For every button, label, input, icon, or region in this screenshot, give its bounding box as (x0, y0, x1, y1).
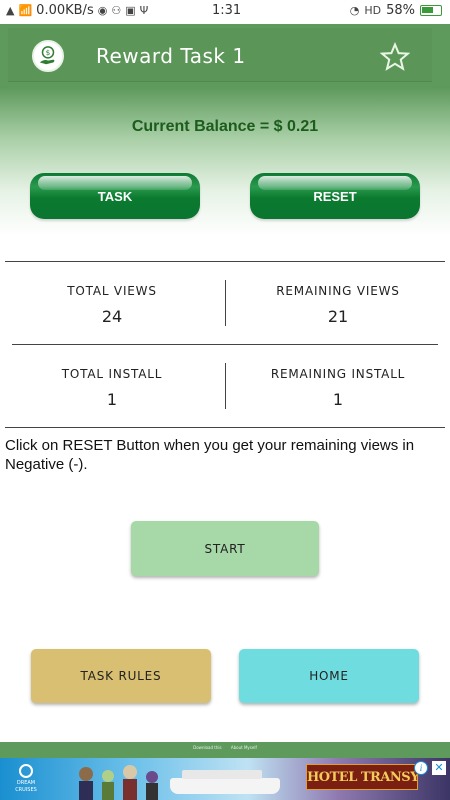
ad-close-icon[interactable]: ✕ (432, 761, 446, 775)
page-title: Reward Task 1 (96, 44, 246, 68)
usb-icon: Ψ (139, 4, 149, 17)
clock: 1:31 (212, 3, 242, 18)
ad-brand-logo: DREAM CRUISES (8, 764, 44, 794)
divider (225, 280, 226, 326)
home-button[interactable]: HOME (239, 649, 419, 703)
total-views-value: 24 (101, 307, 123, 326)
task-rules-label: TASK RULES (80, 669, 162, 683)
reset-button-label: RESET (313, 188, 357, 204)
total-install-value: 1 (106, 390, 118, 409)
current-balance: Current Balance = $ 0.21 (131, 118, 319, 135)
app-header: $ Reward Task 1 (0, 24, 450, 86)
ad-banner[interactable]: DREAM CRUISES HOTEL TRANSYLVANIA i ✕ (0, 758, 450, 800)
remaining-install-label: REMAINING INSTALL (270, 367, 406, 381)
ad-movie-title: HOTEL TRANSYLVANIA (306, 764, 418, 790)
task-rules-button[interactable]: TASK RULES (31, 649, 211, 703)
ad-cruise-ship-image (170, 770, 280, 794)
footer-bar: Download this About Myself (0, 742, 450, 758)
reset-button[interactable]: RESET (250, 173, 420, 219)
contacts-icon: ⚇ (111, 4, 122, 17)
start-button[interactable]: START (131, 521, 319, 576)
remaining-views-value: 21 (327, 307, 349, 326)
signal-icon: ▲ (6, 4, 15, 17)
total-views-label: TOTAL VIEWS (67, 284, 157, 298)
money-hand-icon: $ (32, 40, 64, 72)
reset-instruction: Click on RESET Button when you get your … (5, 437, 415, 473)
footer-links: Download this About Myself (0, 745, 450, 750)
divider (225, 363, 226, 409)
footer-link[interactable]: Download this (193, 745, 221, 750)
battery-percent: 58% (386, 3, 415, 18)
svg-text:$: $ (46, 48, 51, 57)
total-install-label: TOTAL INSTALL (61, 367, 163, 381)
network-speed: 0.00KB/s (36, 3, 94, 18)
messenger-icon: ◉ (97, 4, 108, 17)
header-inner: $ Reward Task 1 (8, 28, 432, 82)
status-left: ▲ 📶 0.00KB/s ◉ ⚇ ▣ Ψ (6, 3, 148, 18)
alarm-icon: ◔ (349, 4, 360, 17)
start-button-label: START (204, 541, 246, 556)
ad-characters-image (79, 765, 158, 800)
wifi-icon: 📶 (18, 4, 33, 17)
home-button-label: HOME (309, 669, 349, 683)
facebook-icon: ▣ (125, 4, 136, 17)
remaining-views-label: REMAINING VIEWS (276, 284, 400, 298)
divider (5, 427, 445, 428)
status-right: ◔ HD 58% (350, 3, 442, 18)
task-button-label: TASK (97, 188, 133, 204)
task-button[interactable]: TASK (30, 173, 200, 219)
divider (5, 261, 445, 262)
network-type: HD (364, 4, 382, 17)
ad-brand-name: DREAM CRUISES (15, 780, 37, 793)
remaining-install-value: 1 (332, 390, 344, 409)
ad-info-icon[interactable]: i (414, 761, 428, 775)
divider (12, 344, 438, 345)
ad-brand-icon (19, 764, 33, 778)
footer-link[interactable]: About Myself (231, 745, 257, 750)
star-icon[interactable] (380, 42, 410, 72)
battery-icon (420, 5, 442, 16)
status-bar: ▲ 📶 0.00KB/s ◉ ⚇ ▣ Ψ 1:31 ◔ HD 58% (0, 0, 450, 24)
